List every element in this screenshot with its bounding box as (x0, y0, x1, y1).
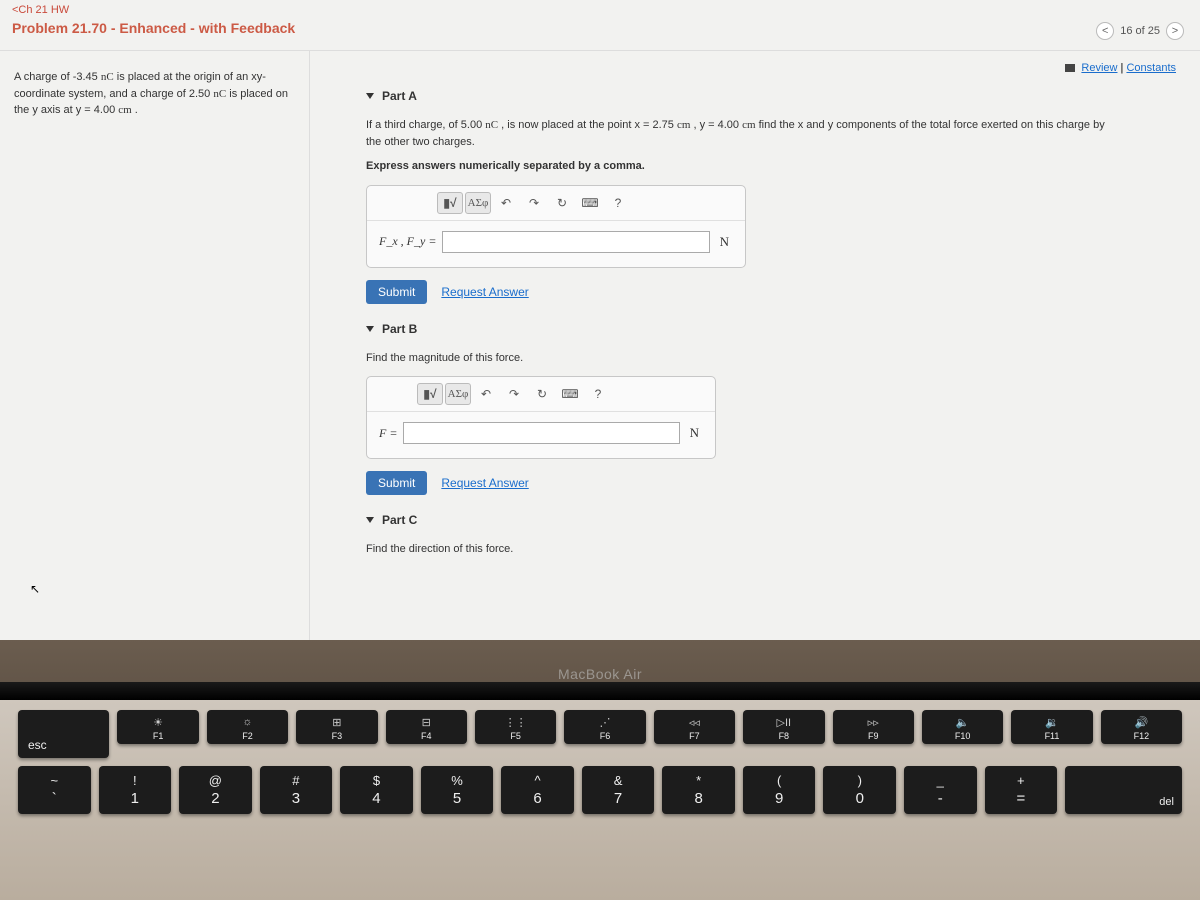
problem-statement: A charge of -3.45 nC is placed at the or… (0, 51, 310, 660)
part-a-submit-button[interactable]: Submit (366, 280, 427, 304)
part-b-request-answer[interactable]: Request Answer (441, 476, 528, 490)
key-f7[interactable]: ◃◃F7 (654, 710, 735, 744)
key-3[interactable]: #3 (260, 766, 333, 814)
key-icon: ⋰ (600, 716, 611, 729)
help-icon[interactable]: ? (585, 383, 611, 405)
key-icon: ▷II (777, 716, 792, 729)
key-icon: ⊟ (422, 716, 431, 729)
greek-tool[interactable]: ΑΣφ (465, 192, 491, 214)
key-f6[interactable]: ⋰F6 (564, 710, 645, 744)
next-button[interactable]: > (1166, 22, 1184, 40)
key-icon: 🔈 (956, 716, 970, 729)
part-a-request-answer[interactable]: Request Answer (441, 285, 528, 299)
key-`[interactable]: ~` (18, 766, 91, 814)
key-f4[interactable]: ⊟F4 (386, 710, 467, 744)
part-c-prompt: Find the direction of this force. (366, 541, 1106, 558)
key-8[interactable]: *8 (662, 766, 735, 814)
part-b-answerbox: ▮√ ΑΣφ ↶ ↷ ↻ ⌨ ? F = N (366, 376, 716, 459)
chevron-down-icon (366, 93, 374, 99)
part-c-title: Part C (382, 513, 417, 527)
part-b-submit-button[interactable]: Submit (366, 471, 427, 495)
key-icon: 🔊 (1135, 716, 1149, 729)
key-icon: ▹▹ (868, 716, 879, 729)
part-a-prompt: If a third charge, of 5.00 nC , is now p… (366, 117, 1106, 150)
reset-icon[interactable]: ↻ (529, 383, 555, 405)
template-tool[interactable]: ▮√ (417, 383, 443, 405)
key-f5[interactable]: ⋮⋮F5 (475, 710, 556, 744)
key-icon: ☼ (242, 716, 252, 728)
laptop-hinge (0, 682, 1200, 700)
greek-tool[interactable]: ΑΣφ (445, 383, 471, 405)
part-b-unit: N (686, 425, 703, 441)
problem-title: Problem 21.70 - Enhanced - with Feedback (0, 18, 1200, 42)
key-f1[interactable]: ☀F1 (117, 710, 198, 744)
undo-icon[interactable]: ↶ (473, 383, 499, 405)
key-1[interactable]: !1 (99, 766, 172, 814)
key-f12[interactable]: 🔊F12 (1101, 710, 1182, 744)
part-c-header[interactable]: Part C (366, 513, 1180, 527)
key-icon: 🔉 (1045, 716, 1059, 729)
part-b-lhs: F = (379, 426, 397, 441)
key-5[interactable]: %5 (421, 766, 494, 814)
chevron-down-icon (366, 517, 374, 523)
part-a-lhs: F_x , F_y = (379, 234, 436, 249)
part-a-answerbox: ▮√ ΑΣφ ↶ ↷ ↻ ⌨ ? F_x , F_y = N (366, 185, 746, 268)
part-a-title: Part A (382, 89, 417, 103)
part-b-title: Part B (382, 322, 417, 336)
prev-button[interactable]: < (1096, 22, 1114, 40)
key-4[interactable]: $4 (340, 766, 413, 814)
key-7[interactable]: &7 (582, 766, 655, 814)
part-a-instruction: Express answers numerically separated by… (366, 158, 1106, 175)
key-esc[interactable]: esc (18, 710, 109, 758)
key-icon: ☀ (153, 716, 163, 729)
help-icon[interactable]: ? (605, 192, 631, 214)
key-2[interactable]: @2 (179, 766, 252, 814)
keyboard: esc☀F1☼F2⊞F3⊟F4⋮⋮F5⋰F6◃◃F7▷IIF8▹▹F9🔈F10🔉… (0, 700, 1200, 900)
redo-icon[interactable]: ↷ (521, 192, 547, 214)
breadcrumb[interactable]: <Ch 21 HW (0, 0, 1200, 18)
key-9[interactable]: (9 (743, 766, 816, 814)
key-icon: ◃◃ (689, 716, 700, 729)
page-counter: 16 of 25 (1120, 25, 1160, 37)
key-6[interactable]: ^6 (501, 766, 574, 814)
key-icon: ⋮⋮ (505, 716, 527, 729)
part-b-prompt: Find the magnitude of this force. (366, 350, 1106, 367)
key-0[interactable]: )0 (823, 766, 896, 814)
key-icon: ⊞ (332, 716, 341, 729)
key-f9[interactable]: ▹▹F9 (833, 710, 914, 744)
laptop-brand: MacBook Air (558, 666, 642, 682)
part-a-unit: N (716, 234, 733, 250)
template-tool[interactable]: ▮√ (437, 192, 463, 214)
keyboard-icon[interactable]: ⌨ (577, 192, 603, 214)
part-b-header[interactable]: Part B (366, 322, 1180, 336)
keyboard-icon[interactable]: ⌨ (557, 383, 583, 405)
key-del[interactable]: del (1065, 766, 1182, 814)
key-f3[interactable]: ⊞F3 (296, 710, 377, 744)
part-a-header[interactable]: Part A (366, 89, 1180, 103)
part-b-input[interactable] (403, 422, 679, 444)
part-a-input[interactable] (442, 231, 709, 253)
chevron-down-icon (366, 326, 374, 332)
undo-icon[interactable]: ↶ (493, 192, 519, 214)
key-f10[interactable]: 🔈F10 (922, 710, 1003, 744)
redo-icon[interactable]: ↷ (501, 383, 527, 405)
pager: < 16 of 25 > (1096, 22, 1184, 40)
key-f8[interactable]: ▷IIF8 (743, 710, 824, 744)
key-f11[interactable]: 🔉F11 (1011, 710, 1092, 744)
key-=[interactable]: += (985, 766, 1058, 814)
key-f2[interactable]: ☼F2 (207, 710, 288, 744)
key--[interactable]: _- (904, 766, 977, 814)
cursor-icon: ↖ (30, 580, 40, 598)
reset-icon[interactable]: ↻ (549, 192, 575, 214)
